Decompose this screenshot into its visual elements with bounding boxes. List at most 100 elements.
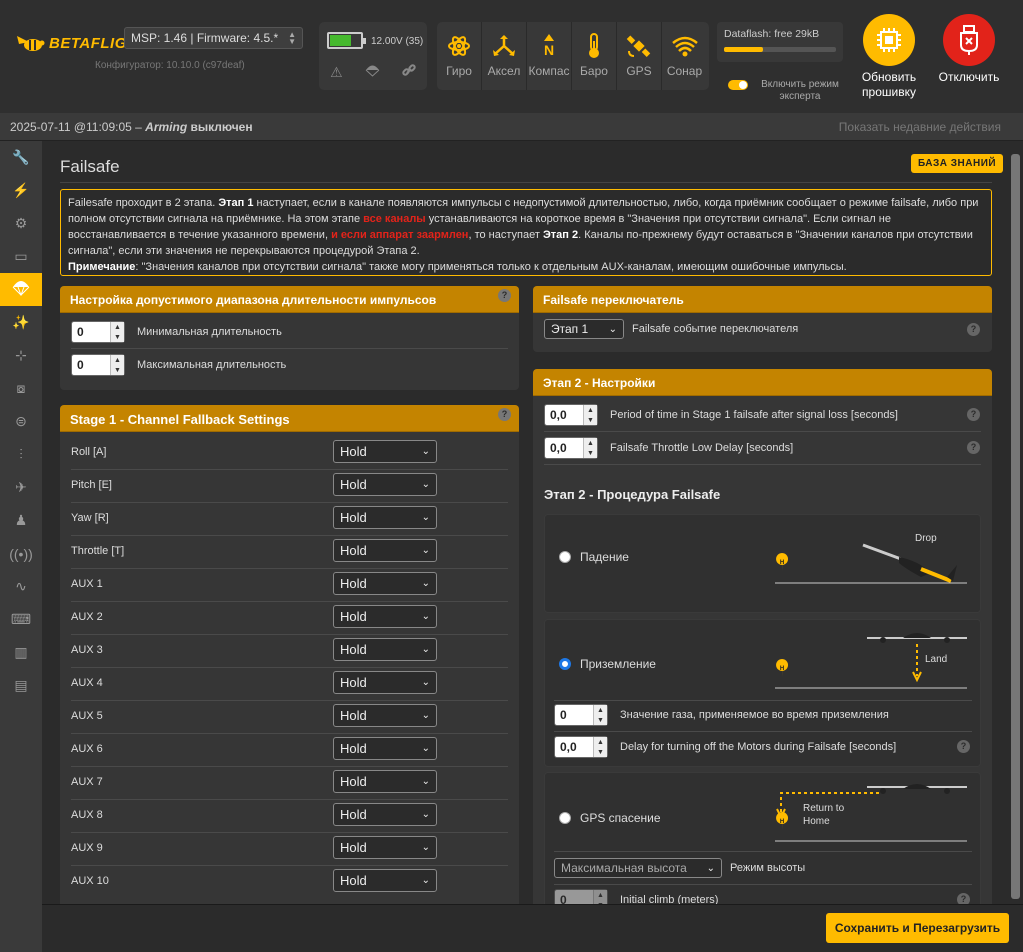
disconnect-button[interactable]: Отключить <box>934 14 1004 85</box>
tab-sensors[interactable]: ▥ <box>0 636 42 669</box>
channel-fallback-mode-select[interactable]: Hold ⌄ <box>333 506 437 529</box>
spinner-arrows-icon[interactable]: ▲▼ <box>593 705 607 725</box>
tab-presets[interactable]: ✨ <box>0 306 42 339</box>
chevron-down-icon: ⌄ <box>706 862 715 874</box>
port-icon: ▭ <box>14 248 28 264</box>
firmware-select-value: MSP: 1.46 | Firmware: 4.5.* <box>131 31 279 45</box>
altitude-mode-select[interactable]: Максимальная высота ⌄ <box>554 858 722 878</box>
tab-cli-keyboard[interactable]: ⌨ <box>0 603 42 636</box>
chevron-down-icon: ⌄ <box>608 323 617 335</box>
tab-ports[interactable]: ▭ <box>0 240 42 273</box>
channel-fallback-mode-select[interactable]: Hold ⌄ <box>333 803 437 826</box>
channel-fallback-mode-select[interactable]: Hold ⌄ <box>333 473 437 496</box>
sensor-accel: Аксел <box>482 22 527 90</box>
tab-osd[interactable]: ((•)) <box>0 537 42 570</box>
channel-fallback-mode-select[interactable]: Hold ⌄ <box>333 440 437 463</box>
chevron-down-icon: ⌄ <box>421 842 430 853</box>
throttle-low-delay-input[interactable]: 0,0 ▲ ▼ <box>544 437 598 459</box>
panel-header: Stage 1 - Channel Fallback Settings? <box>60 405 519 432</box>
chevron-down-icon: ⌄ <box>421 512 430 523</box>
tab-blackbox[interactable]: ∿ <box>0 570 42 603</box>
spinner-arrows-icon[interactable]: ▲▼ <box>583 438 597 458</box>
flash-firmware-button[interactable]: Обновить прошивку <box>854 14 924 100</box>
tab-failsafe[interactable] <box>0 273 42 306</box>
wrench-icon: 🔧 <box>12 149 30 165</box>
throttle-low-delay-row: 0,0 ▲ ▼ Failsafe Throttle Low Delay [secon… <box>544 437 793 459</box>
procedure-drop-option[interactable]: Падение <box>559 550 629 564</box>
wiki-button[interactable]: БАЗА ЗНАНИЙ <box>911 154 1004 173</box>
procedure-gps-rescue-box: GPS спасение H Return to Home Максимальн… <box>544 772 981 904</box>
min-pulse-label: Минимальная длительность <box>137 326 282 338</box>
help-icon[interactable]: ? <box>957 740 970 753</box>
tab-motors[interactable]: ♟ <box>0 504 42 537</box>
spinner-arrows-icon[interactable]: ▲▼ <box>110 355 124 375</box>
svg-text:Home: Home <box>803 816 830 827</box>
help-icon[interactable]: ? <box>957 893 970 904</box>
tab-pid-tuning[interactable]: ⊹ <box>0 339 42 372</box>
tab-modes[interactable]: ⊜ <box>0 405 42 438</box>
battery-icon <box>327 32 366 49</box>
sensor-label: Сонар <box>666 64 703 78</box>
procedure-gps-option[interactable]: GPS спасение <box>559 811 661 825</box>
channel-fallback-mode-select[interactable]: Hold ⌄ <box>333 671 437 694</box>
tab-receiver[interactable]: ⧇ <box>0 372 42 405</box>
channel-fallback-mode-select[interactable]: Hold ⌄ <box>333 737 437 760</box>
land-radio[interactable] <box>559 658 571 670</box>
channel-fallback-mode-select[interactable]: Hold ⌄ <box>333 836 437 859</box>
channel-fallback-mode-select[interactable]: Hold ⌄ <box>333 605 437 628</box>
channel-fallback-mode-select[interactable]: Hold ⌄ <box>333 539 437 562</box>
gyro-icon <box>447 32 471 60</box>
channel-fallback-mode-select[interactable]: Hold ⌄ <box>333 869 437 892</box>
help-icon[interactable]: ? <box>498 408 511 421</box>
tab-setup[interactable]: 🔧 <box>0 141 42 174</box>
help-icon[interactable]: ? <box>498 289 511 302</box>
dataflash-status: Dataflash: free 29kB <box>724 28 820 40</box>
row-divider <box>71 568 508 569</box>
tab-ports-connect[interactable]: ⚡ <box>0 174 42 207</box>
gear-icon: ⚙ <box>14 215 28 231</box>
motors-delay-input[interactable]: 0,0 ▲ ▼ <box>554 736 608 758</box>
row-divider <box>71 601 508 602</box>
tab-adjustments[interactable]: ⫶ <box>0 438 42 471</box>
tab-configuration[interactable]: ⚙ <box>0 207 42 240</box>
spinner-arrows-icon[interactable]: ▲▼ <box>583 405 597 425</box>
help-icon[interactable]: ? <box>967 408 980 421</box>
expert-mode-switch[interactable] <box>728 80 748 90</box>
land-throttle-input[interactable]: 0 ▲ ▼ <box>554 704 608 726</box>
drop-radio[interactable] <box>559 551 571 563</box>
procedure-land-option[interactable]: Приземление <box>559 657 656 671</box>
max-pulse-input[interactable]: 0 ▲ ▼ <box>71 354 125 376</box>
sensor-sonar: Сонар <box>662 22 707 90</box>
min-pulse-input[interactable]: 0 ▲ ▼ <box>71 321 125 343</box>
main-scrollbar[interactable] <box>1008 141 1023 904</box>
guard-time-input[interactable]: 0,0 ▲ ▼ <box>544 404 598 426</box>
warning-icon: ⚠ <box>330 64 343 80</box>
initial-climb-label: Initial climb (meters) <box>620 894 719 904</box>
help-icon[interactable]: ? <box>967 441 980 454</box>
show-recent-actions[interactable]: Показать недавние действия <box>839 120 1001 134</box>
altitude-mode-label: Режим высоты <box>730 862 806 874</box>
gps-rescue-radio[interactable] <box>559 812 571 824</box>
battery-level-bar <box>330 35 351 46</box>
spinner-arrows-icon[interactable]: ▲▼ <box>593 737 607 757</box>
channel-fallback-mode-select[interactable]: Hold ⌄ <box>333 572 437 595</box>
expert-mode-toggle[interactable]: Включить режим эксперта <box>728 79 846 103</box>
sensor-label: Компас <box>528 64 570 78</box>
scrollbar-thumb[interactable] <box>1011 154 1020 899</box>
channel-fallback-row: AUX 8 Hold ⌄ <box>71 803 508 826</box>
channel-fallback-mode-select[interactable]: Hold ⌄ <box>333 704 437 727</box>
channel-fallback-mode-select[interactable]: Hold ⌄ <box>333 770 437 793</box>
spinner-arrows-icon[interactable]: ▲▼ <box>110 322 124 342</box>
initial-climb-input[interactable]: 0▲▼ <box>554 889 608 904</box>
tab-cli[interactable]: ▤ <box>0 669 42 702</box>
save-reboot-button[interactable]: Сохранить и Перезагрузить <box>826 913 1009 943</box>
channel-fallback-mode-select[interactable]: Hold ⌄ <box>333 638 437 661</box>
tab-gps[interactable]: ✈ <box>0 471 42 504</box>
firmware-select[interactable]: MSP: 1.46 | Firmware: 4.5.* ▲ ▼ <box>124 27 303 49</box>
min-pulse-row: 0 ▲ ▼ Минимальная длительность <box>71 321 282 343</box>
help-icon[interactable]: ? <box>967 323 980 336</box>
spinner-arrows-icon[interactable]: ▲▼ <box>593 890 607 904</box>
svg-text:N: N <box>544 42 554 58</box>
drop-label: Падение <box>580 550 629 564</box>
switch-action-select[interactable]: Этап 1 ⌄ <box>544 319 624 339</box>
